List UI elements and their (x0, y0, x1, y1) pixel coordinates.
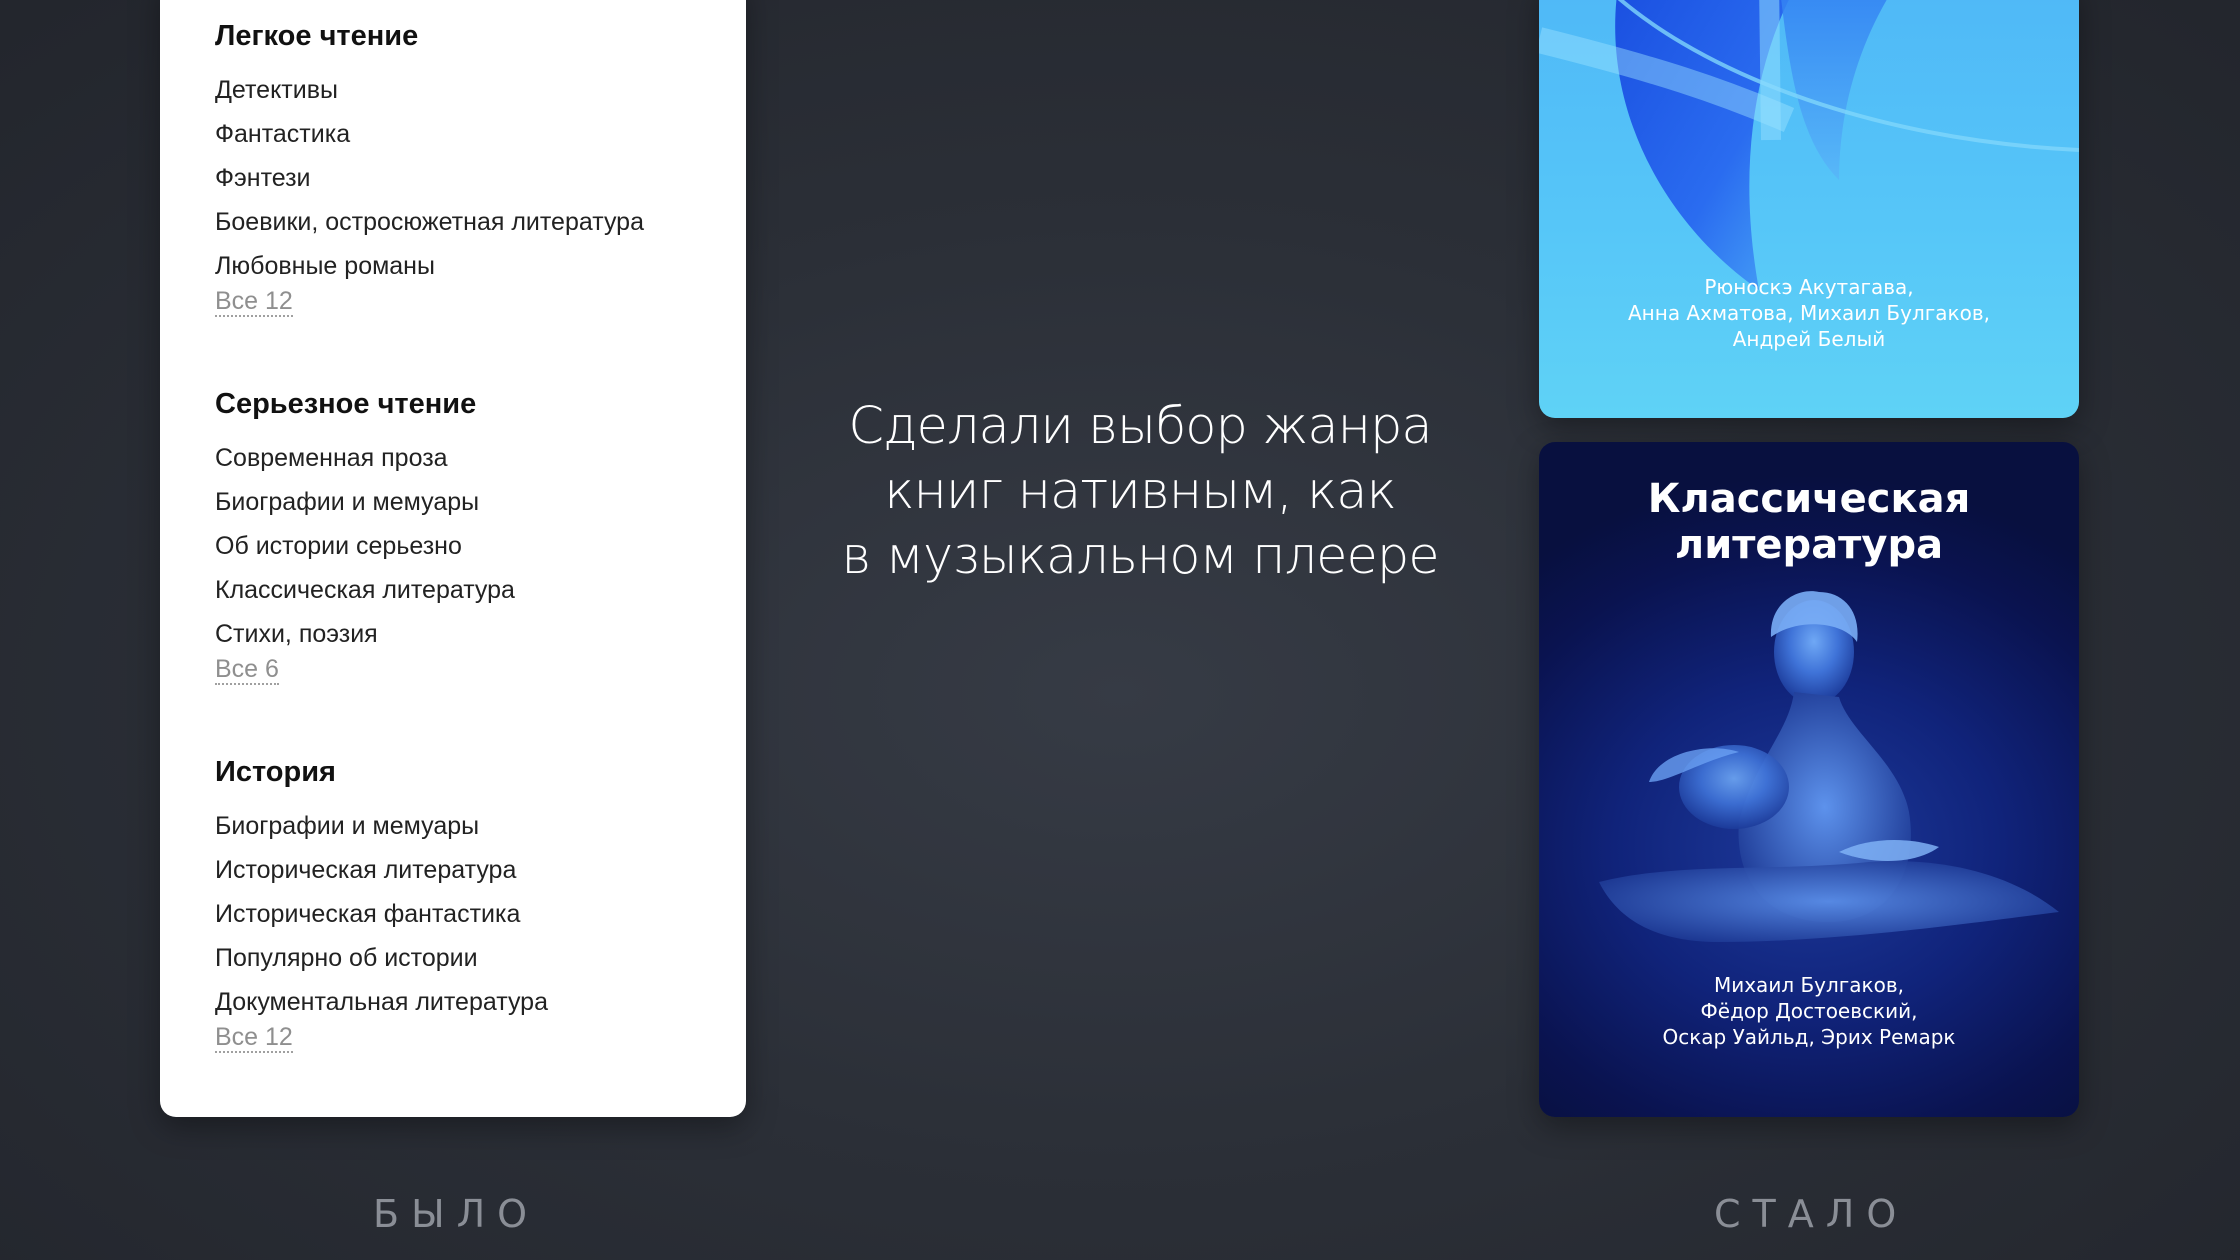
show-all-link[interactable]: Все 12 (215, 287, 293, 317)
genre-group-history: История Биографии и мемуары Историческая… (215, 754, 746, 1122)
genre-link[interactable]: Современная проза (215, 444, 746, 488)
genre-link[interactable]: Документальная литература (215, 988, 746, 1032)
genre-group-title: История (215, 756, 336, 788)
genre-link[interactable]: Боевики, остросюжетная литература (215, 208, 746, 252)
genre-link[interactable]: Биографии и мемуары (215, 488, 746, 532)
genre-link[interactable]: Фэнтези (215, 164, 746, 208)
card-authors: Рюноскэ Акутагава, Анна Ахматова, Михаил… (1627, 275, 1990, 351)
genre-link[interactable]: Фантастика (215, 120, 746, 164)
genre-link[interactable]: Стихи, поэзия (215, 620, 746, 664)
genre-group-serious-reading: Серьезное чтение Современная проза Биогр… (215, 386, 746, 754)
show-all-link[interactable]: Все 6 (215, 655, 279, 685)
genre-group-title: Легкое чтение (215, 20, 419, 52)
label-before: БЫЛО (373, 1192, 540, 1236)
genre-group-title: Серьезное чтение (215, 388, 477, 420)
label-after: СТАЛО (1714, 1192, 1909, 1236)
genre-link[interactable]: Историческая фантастика (215, 900, 746, 944)
card-title: Классическая литература (1647, 476, 1971, 568)
genre-link[interactable]: Детективы (215, 76, 746, 120)
card-authors: Михаил Булгаков, Фёдор Достоевский, Оска… (1662, 973, 1956, 1049)
genre-link[interactable]: Любовные романы (215, 252, 746, 296)
headline: Сделали выбор жанра книг нативным, как в… (841, 397, 1439, 586)
genre-link[interactable]: Популярно об истории (215, 944, 746, 988)
genre-link[interactable]: Биографии и мемуары (215, 812, 746, 856)
genre-group-light-reading: Легкое чтение Детективы Фантастика Фэнте… (215, 18, 746, 386)
genre-link[interactable]: Об истории серьезно (215, 532, 746, 576)
genre-card-poetry[interactable]: Рюноскэ Акутагава, Анна Ахматова, Михаил… (1539, 0, 2079, 418)
show-all-link[interactable]: Все 12 (215, 1023, 293, 1053)
genre-link[interactable]: Историческая литература (215, 856, 746, 900)
genre-card-classic-literature[interactable]: Классическая литература Михаил Булгаков,… (1539, 442, 2079, 1117)
old-genre-panel: Легкое чтение Детективы Фантастика Фэнте… (160, 0, 746, 1117)
genre-link[interactable]: Классическая литература (215, 576, 746, 620)
abstract-cover-art (1539, 0, 2079, 290)
